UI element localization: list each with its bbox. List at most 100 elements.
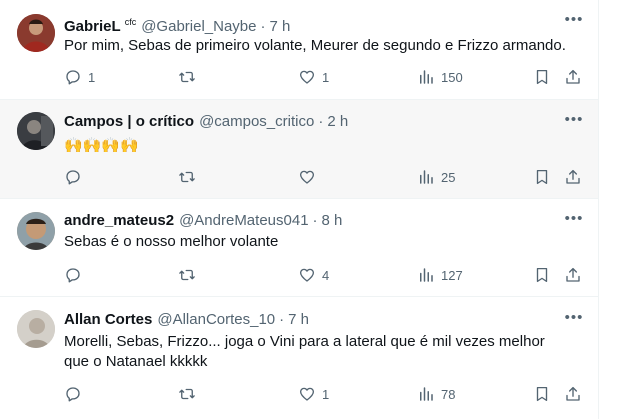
retweet-button[interactable] <box>178 265 202 285</box>
reply-count: 1 <box>88 69 96 85</box>
avatar[interactable] <box>17 14 55 52</box>
avatar[interactable] <box>17 112 55 150</box>
tweet-text: 🙌🙌🙌🙌 <box>64 137 139 154</box>
view-count: 25 <box>441 169 456 185</box>
avatar-image <box>17 310 55 348</box>
reply-icon <box>66 70 80 85</box>
profile-badge: cfc <box>124 17 137 27</box>
like-icon <box>299 268 315 282</box>
display-name[interactable]: Campos | o crítico <box>64 113 194 130</box>
like-count: 4 <box>322 267 330 283</box>
tweet-header: GabrieL cfc @Gabriel_Naybe · 7 h <box>64 12 558 35</box>
separator-dot: · <box>318 113 324 130</box>
share-button[interactable] <box>564 384 582 404</box>
more-icon[interactable]: ••• <box>564 112 584 134</box>
retweet-button[interactable] <box>178 167 202 187</box>
reply-timeline: GabrieL cfc @Gabriel_Naybe · 7 h ••• Por mim… <box>0 0 599 419</box>
separator-dot: · <box>312 212 318 229</box>
views-icon <box>420 70 433 84</box>
tweet-1[interactable]: GabrieL cfc @Gabriel_Naybe · 7 h ••• Por mim… <box>0 0 598 100</box>
retweet-icon <box>179 71 195 83</box>
retweet-button[interactable] <box>178 384 202 404</box>
views-button[interactable]: 127 <box>417 265 463 285</box>
more-icon[interactable]: ••• <box>564 12 584 34</box>
tweet-3[interactable]: andre_mateus2 @AndreMateus041 · 8 h ••• Seb… <box>0 199 598 297</box>
timestamp[interactable]: 7 h <box>288 311 309 328</box>
bookmark-button[interactable] <box>533 265 551 285</box>
bookmark-icon <box>536 267 548 283</box>
retweet-icon <box>179 269 195 281</box>
timestamp[interactable]: 7 h <box>270 18 291 35</box>
like-icon <box>299 387 315 401</box>
more-icon[interactable]: ••• <box>564 310 584 332</box>
avatar[interactable] <box>17 212 55 250</box>
tweet-text: Por mim, Sebas de primeiro volante, Meur… <box>64 37 566 54</box>
tweet-header: Allan Cortes @AllanCortes_10 · 7 h <box>64 310 558 330</box>
separator-dot: · <box>260 18 266 35</box>
timestamp[interactable]: 2 h <box>327 113 348 130</box>
views-button[interactable]: 150 <box>417 67 463 87</box>
view-count: 150 <box>441 69 463 85</box>
like-icon <box>299 70 315 84</box>
retweet-button[interactable] <box>178 67 202 87</box>
reply-button[interactable] <box>64 384 88 404</box>
like-button[interactable]: 1 <box>298 384 329 404</box>
bookmark-icon <box>536 169 548 185</box>
reply-button[interactable] <box>64 167 88 187</box>
view-count: 78 <box>441 386 456 402</box>
views-button[interactable]: 25 <box>417 167 455 187</box>
user-handle[interactable]: @AndreMateus041 <box>179 212 308 229</box>
user-handle[interactable]: @AllanCortes_10 <box>157 311 275 328</box>
share-icon <box>566 169 580 184</box>
share-icon <box>566 267 580 282</box>
views-icon <box>420 170 433 184</box>
view-count: 127 <box>441 267 463 283</box>
bookmark-icon <box>536 386 548 402</box>
more-icon[interactable]: ••• <box>564 211 584 233</box>
action-bar: 4 127 <box>64 265 580 285</box>
reply-button[interactable]: 1 <box>64 67 95 87</box>
user-handle[interactable]: @campos_critico <box>199 113 314 130</box>
avatar[interactable] <box>17 310 55 348</box>
action-bar: 25 <box>64 167 580 187</box>
share-button[interactable] <box>564 67 582 87</box>
like-count: 1 <box>322 386 330 402</box>
avatar-image <box>17 14 55 52</box>
retweet-icon <box>179 171 195 183</box>
tweet-2[interactable]: Campos | o crítico @campos_critico · 2 h ••… <box>0 100 598 199</box>
action-bar: 1 78 <box>64 384 580 404</box>
bookmark-button[interactable] <box>533 67 551 87</box>
tweet-4[interactable]: Allan Cortes @AllanCortes_10 · 7 h ••• More… <box>0 297 598 419</box>
display-name[interactable]: Allan Cortes <box>64 311 152 328</box>
avatar-image <box>17 112 55 150</box>
reply-icon <box>66 170 80 185</box>
bookmark-button[interactable] <box>533 167 551 187</box>
retweet-icon <box>179 388 195 400</box>
timestamp[interactable]: 8 h <box>322 212 343 229</box>
like-button[interactable]: 4 <box>298 265 329 285</box>
action-bar: 1 1 150 <box>64 67 580 87</box>
user-handle[interactable]: @Gabriel_Naybe <box>141 18 256 35</box>
share-icon <box>566 386 580 401</box>
bookmark-icon <box>536 69 548 85</box>
reply-icon <box>66 268 80 283</box>
like-button[interactable] <box>298 167 322 187</box>
share-icon <box>566 69 580 84</box>
like-count: 1 <box>322 69 330 85</box>
separator-dot: · <box>279 311 285 328</box>
views-icon <box>420 268 433 282</box>
views-icon <box>420 387 433 401</box>
reply-icon <box>66 387 80 402</box>
share-button[interactable] <box>564 265 582 285</box>
views-button[interactable]: 78 <box>417 384 455 404</box>
tweet-header: Campos | o crítico @campos_critico · 2 h <box>64 112 558 132</box>
like-button[interactable]: 1 <box>298 67 329 87</box>
bookmark-button[interactable] <box>533 384 551 404</box>
like-icon <box>299 170 315 184</box>
share-button[interactable] <box>564 167 582 187</box>
reply-button[interactable] <box>64 265 88 285</box>
tweet-header: andre_mateus2 @AndreMateus041 · 8 h <box>64 211 558 231</box>
display-name[interactable]: andre_mateus2 <box>64 212 174 229</box>
tweet-text: Morelli, Sebas, Frizzo... joga o Vini pa… <box>64 333 545 370</box>
display-name[interactable]: GabrieL <box>64 18 121 35</box>
